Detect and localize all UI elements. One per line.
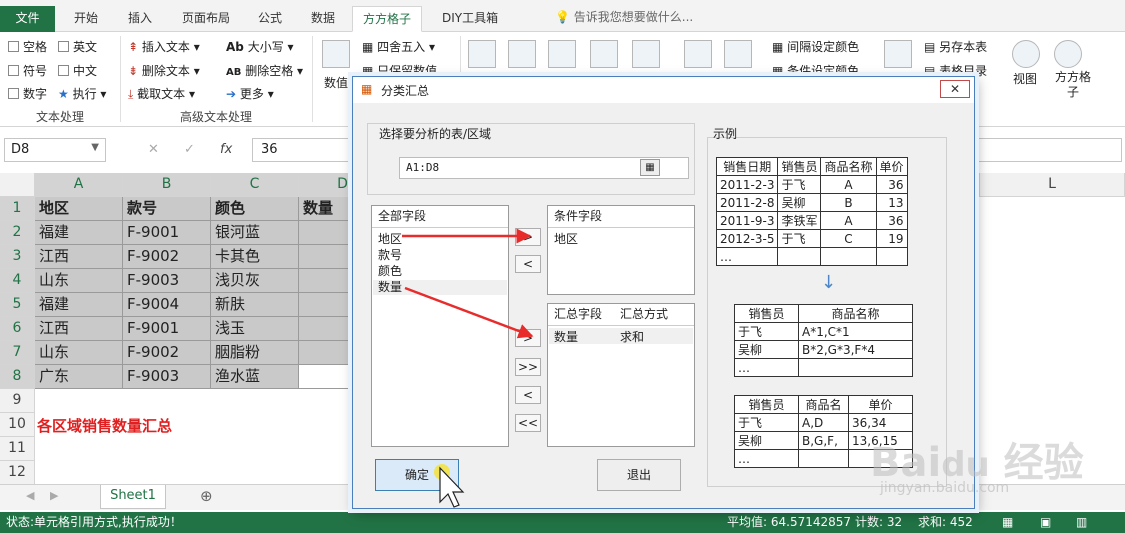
arrow-to-add-sum xyxy=(404,286,534,339)
mouse-cursor-icon xyxy=(439,466,465,508)
watermark-url: jingyan.baidu.com xyxy=(880,480,1010,496)
